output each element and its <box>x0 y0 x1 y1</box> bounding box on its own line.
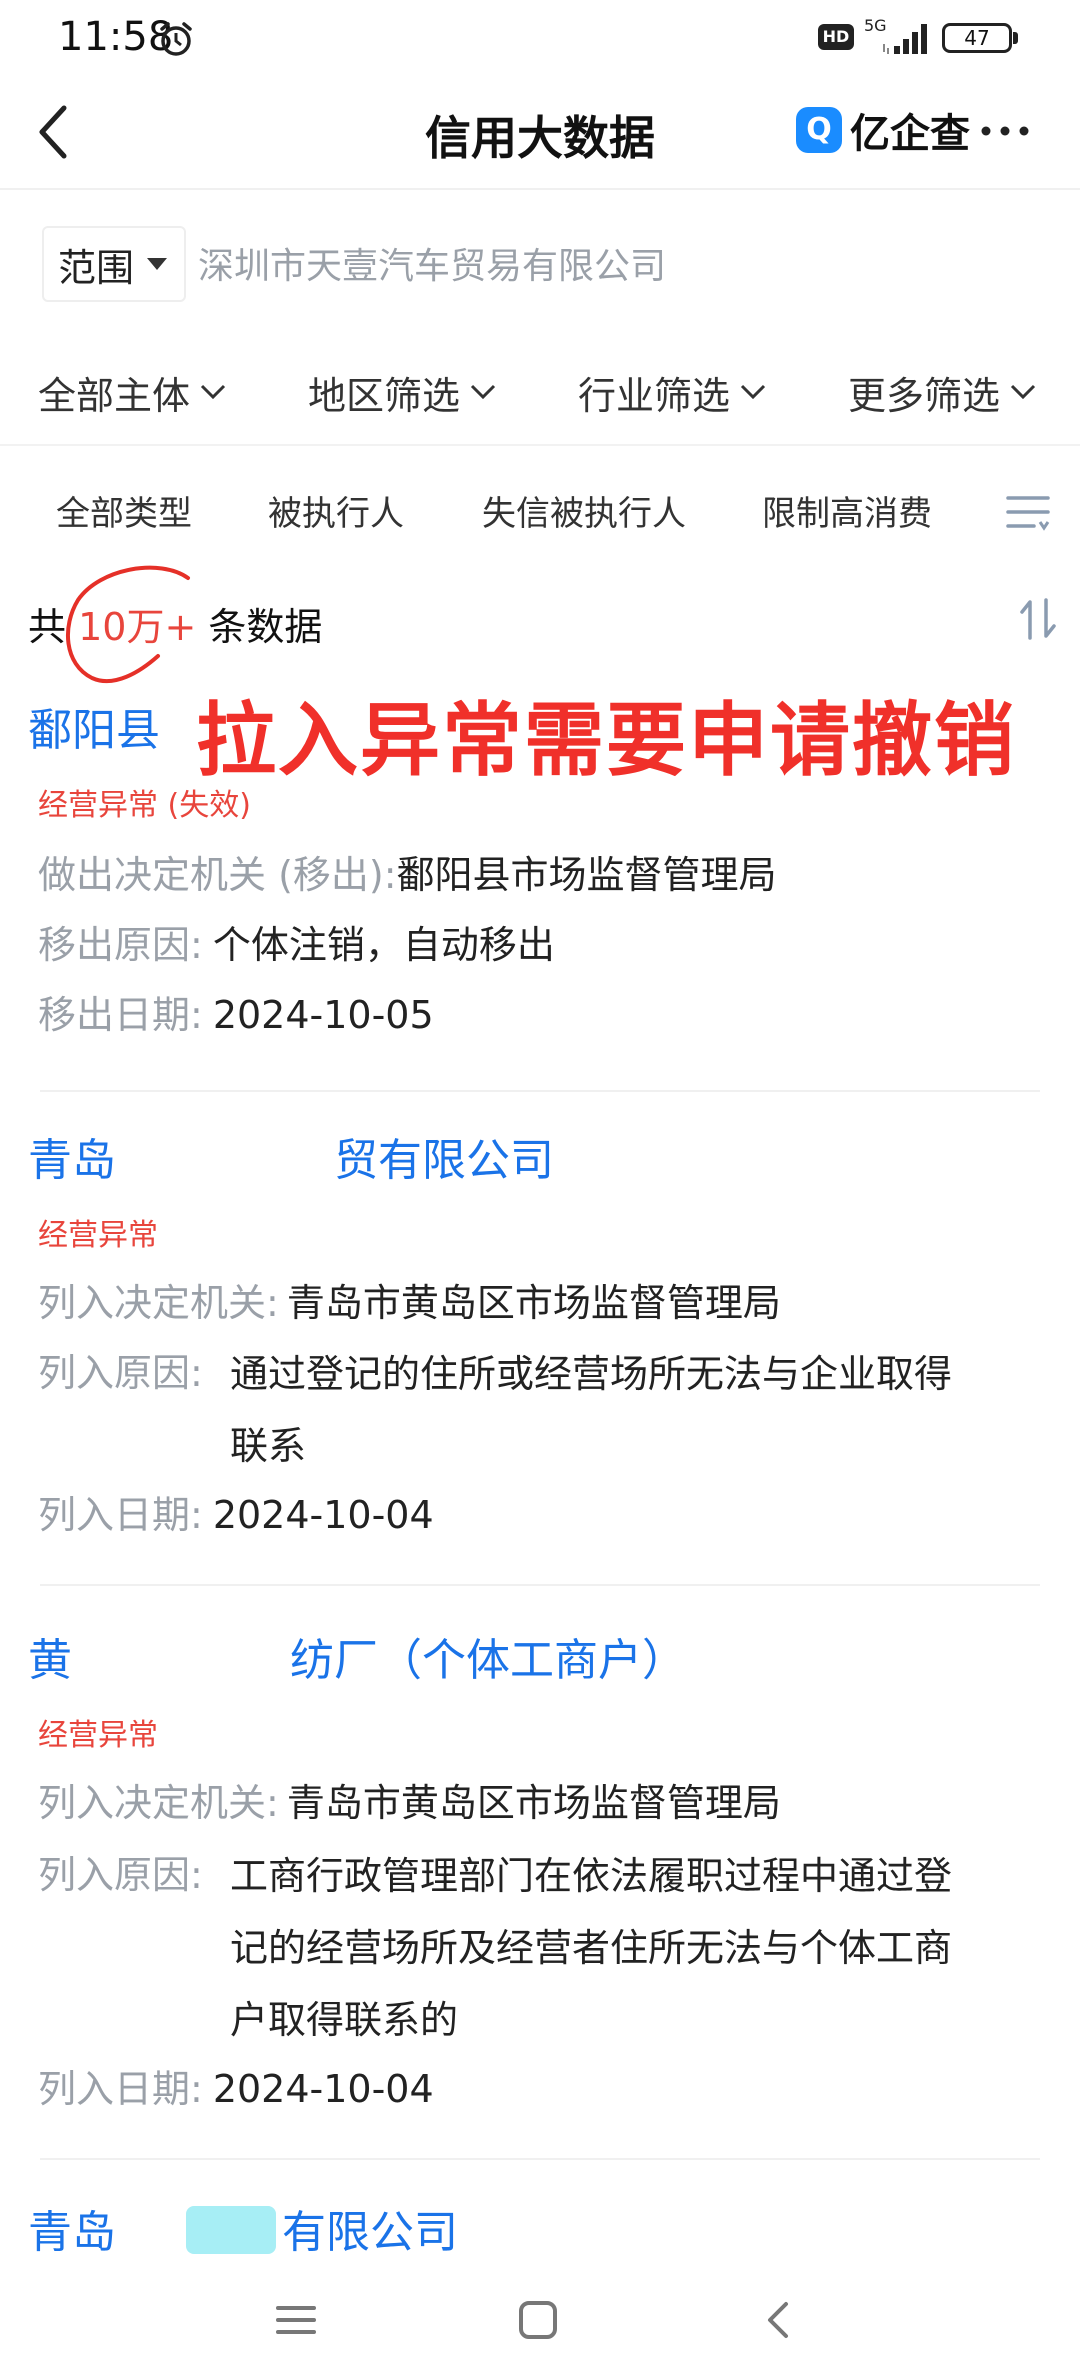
system-nav-bar <box>0 2280 1080 2370</box>
status-tag: 经营异常 <box>38 1718 158 1753</box>
record-divider <box>40 1090 1040 1092</box>
back-arrow-icon[interactable] <box>30 100 78 164</box>
field-key: 列入决定机关: <box>38 1281 279 1325</box>
field-value: 鄱阳县市场监督管理局 <box>396 853 777 897</box>
company-name-start[interactable]: 青岛 <box>28 2196 116 2260</box>
field-key: 做出决定机关 (移出): <box>38 853 397 897</box>
count-number: 10万+ <box>78 605 197 649</box>
page-title: 信用大数据 <box>425 111 655 165</box>
field-value-line: 联系 <box>230 1424 307 1468</box>
divider <box>0 444 1080 446</box>
overlay-annotation: 拉入异常需要申请撤销 <box>196 694 1016 787</box>
company-name-start[interactable]: 青岛 <box>28 1124 116 1188</box>
field-value-line: 户取得联系的 <box>230 1998 459 2042</box>
status-bar: 11:58 HD 5G 47 <box>0 0 1080 78</box>
filter-label: 行业筛选 <box>578 373 731 418</box>
count-prefix: 共 <box>28 605 67 649</box>
redaction-mark <box>186 2206 276 2254</box>
field-key: 移出日期: <box>38 993 203 1037</box>
field-value: 2024-10-05 <box>212 993 434 1037</box>
tab-consumption-restriction[interactable]: 限制高消费 <box>762 486 932 535</box>
filter-region[interactable]: 地区筛选 <box>308 356 496 428</box>
tab-all-types[interactable]: 全部类型 <box>56 486 192 535</box>
status-time: 11:58 <box>58 14 174 60</box>
tab-dishonest-executed[interactable]: 失信被执行人 <box>482 486 686 535</box>
field-value-multiline: 工商行政管理部门在依法履职过程中通过登 记的经营场所及经营者住所无法与个体工商 … <box>230 1840 952 2056</box>
filter-all-entities[interactable]: 全部主体 <box>38 356 226 428</box>
filter-label: 地区筛选 <box>308 373 461 418</box>
field-value: 个体注销，自动移出 <box>212 923 555 967</box>
filter-bar: 全部主体 地区筛选 行业筛选 更多筛选 <box>0 356 1080 428</box>
home-icon[interactable] <box>508 2290 568 2350</box>
field-value: 2024-10-04 <box>212 2067 434 2111</box>
tabs-menu-icon[interactable] <box>1004 492 1052 534</box>
brand: Q 亿企查 <box>796 104 970 157</box>
brand-name: 亿企查 <box>850 111 970 157</box>
back-nav-icon[interactable] <box>750 2290 810 2350</box>
search-input[interactable] <box>198 236 958 296</box>
battery-icon: 47 <box>942 23 1012 53</box>
field-key: 列入日期: <box>38 2067 203 2111</box>
field-value-line: 通过登记的住所或经营场所无法与企业取得 <box>230 1352 953 1396</box>
field-value-multiline: 通过登记的住所或经营场所无法与企业取得 联系 <box>230 1338 952 1482</box>
field-row: 列入原因: <box>38 1840 203 1910</box>
scope-dropdown[interactable]: 范围 <box>42 226 186 302</box>
field-value: 青岛市黄岛区市场监督管理局 <box>286 1781 781 1825</box>
field-key: 移出原因: <box>38 923 203 967</box>
field-row: 移出原因: 个体注销，自动移出 <box>38 910 555 980</box>
filter-label: 全部主体 <box>38 373 191 418</box>
more-dots-icon[interactable] <box>978 116 1032 146</box>
page: { "status_bar": { "time": "11:58", "hd_l… <box>0 0 1080 2370</box>
filter-more[interactable]: 更多筛选 <box>848 356 1036 428</box>
field-row: 做出决定机关 (移出):鄱阳县市场监督管理局 <box>38 840 777 910</box>
chevron-down-icon <box>1010 384 1036 400</box>
field-row: 列入日期: 2024-10-04 <box>38 2054 434 2124</box>
field-row: 列入决定机关: 青岛市黄岛区市场监督管理局 <box>38 1268 781 1338</box>
field-key: 列入原因: <box>38 1351 203 1395</box>
record-divider <box>40 1584 1040 1586</box>
field-key: 列入日期: <box>38 1493 203 1537</box>
record-divider <box>40 2158 1040 2160</box>
field-row: 列入决定机关: 青岛市黄岛区市场监督管理局 <box>38 1768 781 1838</box>
field-value: 2024-10-04 <box>212 1493 434 1537</box>
company-name-start[interactable]: 黄 <box>28 1624 72 1688</box>
signal-icon <box>883 24 927 54</box>
battery-level: 47 <box>964 26 990 50</box>
field-row: 列入日期: 2024-10-04 <box>38 1480 434 1550</box>
filter-industry[interactable]: 行业筛选 <box>578 356 766 428</box>
caret-down-icon <box>147 258 168 270</box>
tab-executed-persons[interactable]: 被执行人 <box>268 486 404 535</box>
type-tabs: 全部类型 被执行人 失信被执行人 限制高消费 <box>0 486 1080 546</box>
alarm-icon <box>160 22 192 56</box>
company-name[interactable]: 鄱阳县 <box>28 694 160 758</box>
result-count: 共 10万+ 条数据 <box>28 596 322 651</box>
field-value-line: 工商行政管理部门在依法履职过程中通过登 <box>230 1854 953 1898</box>
field-key: 列入决定机关: <box>38 1781 279 1825</box>
brand-logo-icon: Q <box>796 107 842 153</box>
recent-apps-icon[interactable] <box>266 2290 326 2350</box>
battery-tip <box>1013 32 1018 44</box>
chevron-down-icon <box>200 384 226 400</box>
company-name-end[interactable]: 贸有限公司 <box>334 1124 554 1188</box>
hd-badge: HD <box>818 24 854 50</box>
field-row: 列入原因: <box>38 1338 203 1408</box>
nav-header: 信用大数据 Q 亿企查 <box>0 78 1080 190</box>
chevron-down-icon <box>470 384 496 400</box>
scope-label: 范围 <box>58 245 135 290</box>
count-suffix: 条数据 <box>208 605 323 649</box>
status-tag: 经营异常 <box>38 1218 158 1253</box>
field-row: 移出日期: 2024-10-05 <box>38 980 434 1050</box>
field-value: 青岛市黄岛区市场监督管理局 <box>286 1281 781 1325</box>
field-key: 列入原因: <box>38 1853 203 1897</box>
company-name-end[interactable]: 纺厂（个体工商户） <box>290 1624 686 1688</box>
chevron-down-icon <box>740 384 766 400</box>
sort-icon[interactable] <box>1018 596 1058 642</box>
company-name-end[interactable]: 有限公司 <box>282 2196 458 2260</box>
field-value-line: 记的经营场所及经营者住所无法与个体工商 <box>230 1926 953 1970</box>
filter-label: 更多筛选 <box>848 373 1001 418</box>
